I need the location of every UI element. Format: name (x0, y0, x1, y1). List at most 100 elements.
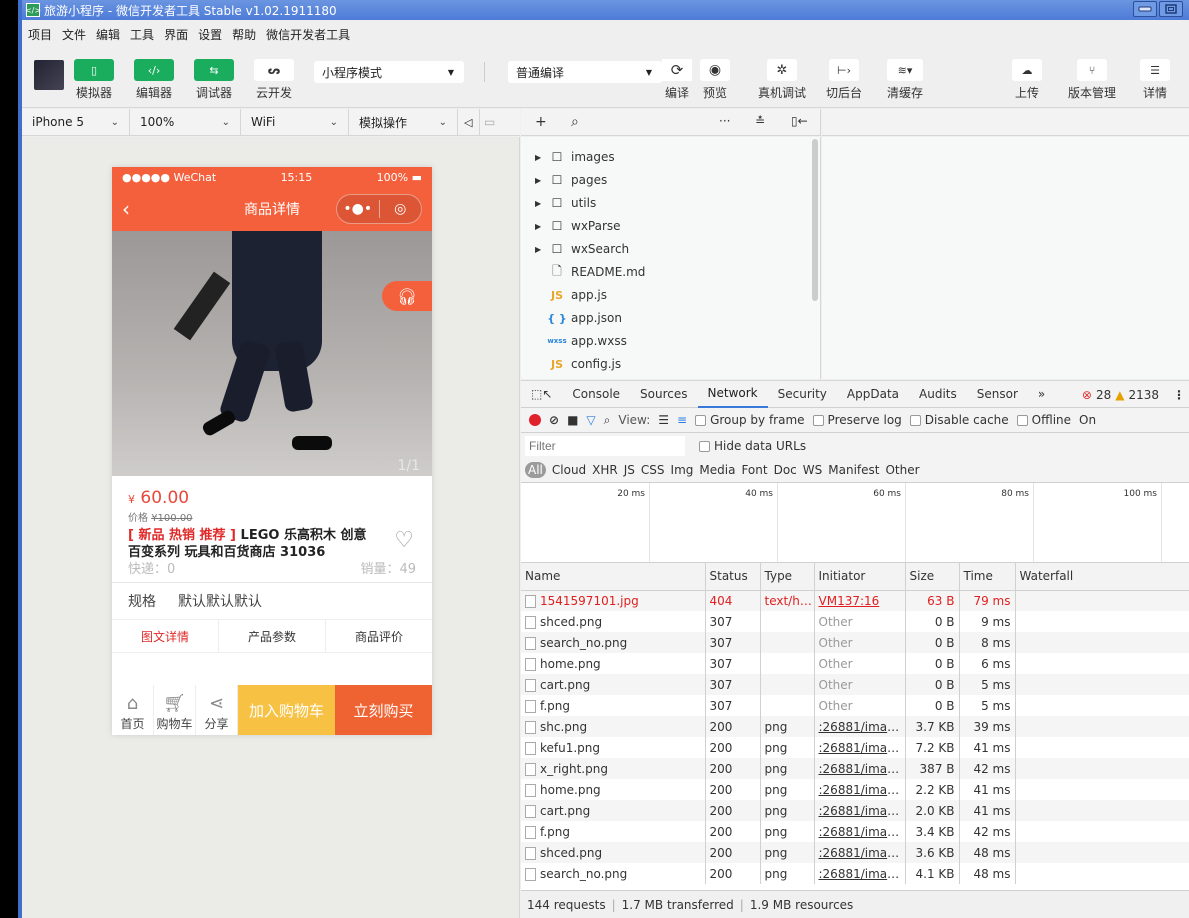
favorite-heart-icon[interactable]: ♡ (394, 528, 414, 553)
preserve-log-checkbox[interactable]: Preserve log (812, 413, 902, 427)
tab-audits[interactable]: Audits (909, 381, 967, 408)
tab-appdata[interactable]: AppData (837, 381, 909, 408)
clear-cache-button[interactable]: ≋▾ 清缓存 (887, 59, 923, 101)
maximize-button[interactable] (1159, 1, 1183, 17)
remote-debug-button[interactable]: ✲ 真机调试 (758, 59, 806, 101)
user-avatar[interactable] (34, 60, 64, 90)
file-tree-item[interactable]: JS config.js (535, 354, 621, 374)
type-filter-other[interactable]: Other (885, 463, 919, 477)
search-icon[interactable]: ⌕ (604, 413, 611, 428)
preview-button[interactable]: ◉ 预览 (700, 59, 730, 101)
screenshot-camera-icon[interactable]: ■ (567, 413, 578, 427)
file-tree-item[interactable]: ▶ ☐ pages (535, 170, 607, 190)
column-header-time[interactable]: Time (959, 563, 1016, 591)
network-request-row[interactable]: cart.png 200 png:26881/image... 2.0 KB 41 ms (521, 800, 1189, 821)
network-request-row[interactable]: x_right.png 200 png:26881/image... 387 B 42 … (521, 758, 1189, 779)
menu-file[interactable]: 文件 (62, 26, 86, 43)
cell-initiator[interactable]: :26881/image... (814, 737, 906, 758)
device-select[interactable]: iPhone 5 ⌄ (22, 109, 130, 135)
search-icon[interactable]: ⌕ (571, 114, 579, 130)
popout-button[interactable]: ▭ (480, 109, 502, 135)
error-count[interactable]: 28 (1096, 388, 1111, 402)
filter-icon[interactable]: ▽ (586, 413, 595, 427)
tab-network[interactable]: Network (697, 381, 768, 408)
network-request-row[interactable]: shced.png 307 Other 0 B9 ms (521, 611, 1189, 632)
inspect-element-icon[interactable]: ⬚↖ (521, 381, 562, 408)
warning-count[interactable]: 2138 (1128, 388, 1159, 402)
share-button[interactable]: ⋖ 分享 (196, 685, 238, 735)
compile-button[interactable]: ⟳ 编译 (662, 59, 692, 101)
cloud-dev-button[interactable]: ᔕ 云开发 (254, 59, 294, 101)
mode-select[interactable]: 小程序模式 ▼ (314, 61, 464, 83)
spec-row[interactable]: 规格 默认默认默认 (112, 583, 432, 619)
tab-sensor[interactable]: Sensor (967, 381, 1028, 408)
menu-edit[interactable]: 编辑 (96, 26, 120, 43)
collapse-all-icon[interactable]: ≛ (755, 114, 765, 128)
cell-initiator[interactable]: :26881/image... (814, 800, 906, 821)
product-image[interactable]: 🎧︎ 1/1 (112, 231, 432, 476)
network-request-row[interactable]: cart.png 307 Other 0 B5 ms (521, 674, 1189, 695)
close-target-icon[interactable]: ◎ (380, 201, 422, 217)
hide-tree-icon[interactable]: ▯← (791, 114, 808, 128)
cell-initiator[interactable]: :26881/image... (814, 758, 906, 779)
more-options-icon[interactable]: ··· (719, 114, 730, 128)
tab-console[interactable]: Console (562, 381, 630, 408)
tab-sources[interactable]: Sources (630, 381, 697, 408)
menu-view[interactable]: 界面 (164, 26, 188, 43)
file-tree-item[interactable]: ▶ ☐ wxParse (535, 216, 621, 236)
hide-data-urls-checkbox[interactable]: Hide data URLs (699, 439, 806, 453)
type-filter-cloud[interactable]: Cloud (552, 463, 586, 477)
minimize-button[interactable] (1133, 1, 1157, 17)
menu-wechat-devtools[interactable]: 微信开发者工具 (266, 26, 350, 43)
throttling-select[interactable]: On (1079, 413, 1096, 427)
column-header-size[interactable]: Size (905, 563, 960, 591)
customer-service-button[interactable]: 🎧︎ (382, 281, 432, 311)
type-filter-font[interactable]: Font (741, 463, 767, 477)
tab-reviews[interactable]: 商品评价 (326, 620, 432, 652)
file-tree-item[interactable]: wxss app.wxss (535, 331, 627, 351)
editor-toggle[interactable]: ‹/› 编辑器 (134, 59, 174, 101)
back-icon[interactable]: ‹ (122, 197, 130, 221)
group-by-frame-checkbox[interactable]: Group by frame (695, 413, 805, 427)
details-button[interactable]: ☰ 详情 (1140, 59, 1170, 101)
filter-input[interactable] (525, 435, 685, 456)
operation-select[interactable]: 模拟操作 ⌄ (349, 109, 458, 135)
file-tree-scrollbar[interactable] (812, 139, 818, 301)
cell-initiator[interactable]: :26881/image... (814, 842, 906, 863)
network-request-row[interactable]: home.png 200 png:26881/image... 2.2 KB 41 ms (521, 779, 1189, 800)
more-icon[interactable]: •●• (337, 201, 379, 217)
network-request-row[interactable]: f.png 307 Other 0 B5 ms (521, 695, 1189, 716)
cell-initiator[interactable]: VM137:16 (814, 590, 906, 611)
compile-select[interactable]: 普通编译 ▼ (508, 61, 662, 83)
column-header-initiator[interactable]: Initiator (814, 563, 906, 591)
network-overview[interactable]: 20 ms 40 ms 60 ms 80 ms 100 ms (521, 483, 1189, 563)
more-tabs-button[interactable]: » (1028, 381, 1055, 408)
file-tree-item[interactable]: ▶ ☐ wxSearch (535, 239, 629, 259)
menu-help[interactable]: 帮助 (232, 26, 256, 43)
type-filter-doc[interactable]: Doc (774, 463, 797, 477)
type-filter-img[interactable]: Img (671, 463, 694, 477)
network-request-row[interactable]: search_no.png 307 Other 0 B8 ms (521, 632, 1189, 653)
simulator-toggle[interactable]: ▯ 模拟器 (74, 59, 114, 101)
menu-settings[interactable]: 设置 (198, 26, 222, 43)
file-tree-item[interactable]: ▶ ☐ images (535, 147, 615, 167)
zoom-select[interactable]: 100% ⌄ (130, 109, 241, 135)
debugger-toggle[interactable]: ⇆ 调试器 (194, 59, 234, 101)
cell-initiator[interactable]: :26881/image... (814, 863, 906, 884)
background-button[interactable]: ⊢› 切后台 (826, 59, 862, 101)
network-request-row[interactable]: kefu1.png 200 png:26881/image... 7.2 KB 41 m… (521, 737, 1189, 758)
type-filter-manifest[interactable]: Manifest (828, 463, 879, 477)
network-request-row[interactable]: search_no.png 200 png:26881/image... 4.1 KB… (521, 863, 1189, 884)
tab-graphic-details[interactable]: 图文详情 (112, 620, 219, 652)
add-file-icon[interactable]: + (535, 114, 547, 130)
network-request-row[interactable]: shc.png 200 png:26881/image... 3.7 KB 39 ms (521, 716, 1189, 737)
network-select[interactable]: WiFi ⌄ (241, 109, 349, 135)
column-header-name[interactable]: Name (521, 563, 706, 591)
network-request-row[interactable]: shced.png 200 png:26881/image... 3.6 KB 48 m… (521, 842, 1189, 863)
menu-tools[interactable]: 工具 (130, 26, 154, 43)
kebab-menu-icon[interactable]: ⋮ (1173, 388, 1185, 402)
type-filter-media[interactable]: Media (699, 463, 735, 477)
type-filter-js[interactable]: JS (624, 463, 635, 477)
clear-icon[interactable]: ⊘ (549, 413, 559, 427)
file-tree-item[interactable]: { } app.json (535, 308, 622, 328)
